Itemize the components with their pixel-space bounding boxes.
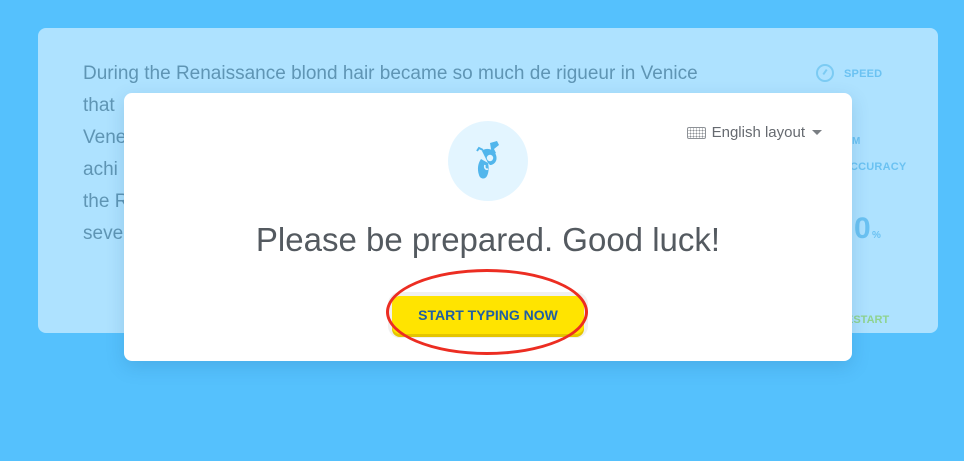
accuracy-value: 0	[854, 212, 871, 245]
revolver-icon	[476, 141, 499, 179]
accuracy-unit: %	[872, 230, 881, 241]
speedometer-icon	[816, 64, 834, 82]
restart-button[interactable]: ESTART	[846, 314, 889, 326]
speed-label: SPEED	[844, 68, 883, 80]
start-typing-button[interactable]: START TYPING NOW	[392, 296, 584, 334]
prepare-modal: English layout Please be prepared. Good …	[124, 93, 852, 361]
caret-down-icon	[812, 130, 822, 135]
speed-unit: M	[852, 136, 861, 147]
keyboard-layout-label: English layout	[711, 124, 805, 141]
modal-headline: Please be prepared. Good luck!	[255, 221, 721, 258]
passage-line: During the Renaissance blond hair became…	[83, 63, 698, 84]
keyboard-layout-dropdown[interactable]: English layout	[686, 124, 822, 141]
keyboard-icon	[686, 126, 706, 139]
revolver-badge	[448, 121, 528, 201]
accuracy-label: CCURACY	[850, 161, 907, 173]
